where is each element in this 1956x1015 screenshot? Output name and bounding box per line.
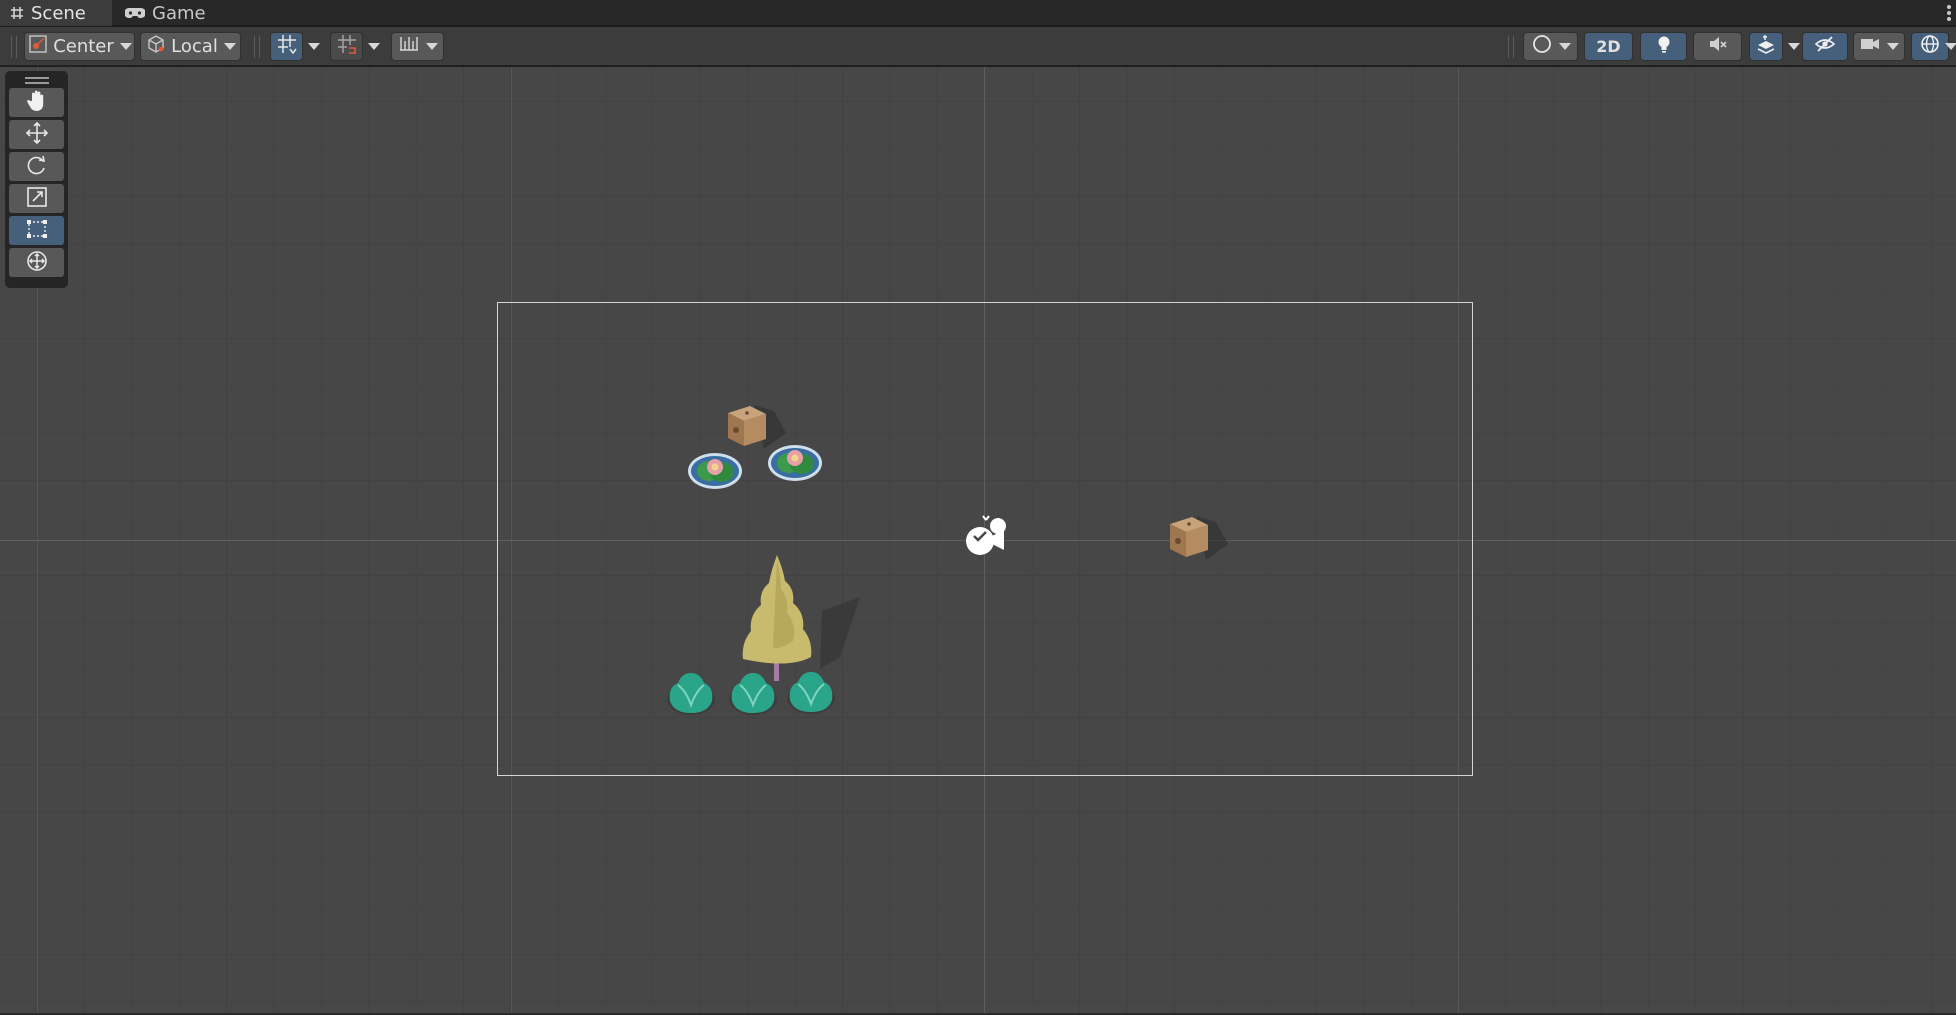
rect-transform-icon — [25, 217, 49, 245]
rotate-icon — [25, 153, 49, 181]
draw-mode-dropdown[interactable] — [1523, 32, 1578, 61]
increment-snap-options[interactable] — [365, 32, 383, 61]
transform-tool[interactable] — [9, 248, 64, 277]
pivot-mode-label: Center — [53, 36, 114, 57]
pivot-rotation-label: Local — [171, 36, 218, 57]
hand-icon — [25, 89, 49, 117]
rect-tool[interactable] — [9, 216, 64, 245]
toolbar-grip[interactable] — [11, 36, 17, 58]
tab-scene-label: Scene — [31, 2, 86, 24]
hand-tool[interactable] — [9, 88, 64, 117]
audio-toggle[interactable] — [1693, 32, 1742, 61]
scene-viewport[interactable] — [0, 67, 1956, 1013]
ruler-snap-dropdown[interactable] — [391, 32, 444, 61]
rotate-tool[interactable] — [9, 152, 64, 181]
chevron-down-icon — [119, 43, 132, 50]
overlay-drag-handle[interactable] — [24, 77, 49, 84]
bush-sprite[interactable] — [726, 671, 780, 721]
tools-overlay — [5, 71, 68, 288]
chevron-down-icon — [1945, 43, 1956, 50]
ruler-icon — [398, 33, 420, 60]
pivot-mode-dropdown[interactable]: Center — [24, 32, 135, 61]
scene-camera-dropdown[interactable] — [1853, 32, 1905, 61]
speaker-mute-icon — [1707, 33, 1729, 60]
chevron-down-icon — [308, 43, 320, 50]
grid-snap-icon — [276, 33, 298, 60]
transform-icon — [25, 249, 49, 277]
chevron-down-icon — [425, 43, 438, 50]
effects-layers-icon — [1755, 33, 1777, 60]
chevron-down-icon — [1788, 43, 1800, 50]
scale-icon — [25, 185, 49, 213]
pivot-center-icon — [27, 33, 49, 60]
tab-options-menu-icon[interactable] — [1946, 3, 1952, 23]
gamepad-icon — [125, 7, 145, 19]
lightbulb-icon — [1653, 33, 1675, 60]
tab-game[interactable]: Game — [115, 0, 215, 26]
toolbar-separator — [254, 36, 260, 58]
tab-scene[interactable]: Scene — [0, 0, 112, 26]
move-tool[interactable] — [9, 120, 64, 149]
scene-lighting-toggle[interactable] — [1640, 32, 1687, 61]
chevron-down-icon — [368, 43, 380, 50]
shaded-sphere-icon — [1531, 33, 1553, 60]
grid-snapping-options[interactable] — [305, 32, 323, 61]
chevron-down-icon — [223, 43, 236, 50]
pivot-rotation-dropdown[interactable]: Local — [140, 32, 241, 61]
gizmo-globe-icon — [1919, 33, 1941, 60]
scene-toolbar: Center Local 2D — [0, 27, 1956, 66]
local-cube-icon — [145, 33, 167, 60]
effects-toggle[interactable] — [1749, 32, 1783, 61]
scene-visibility-toggle[interactable] — [1802, 32, 1848, 61]
chevron-down-icon — [1887, 43, 1899, 50]
toggle-2d-label: 2D — [1596, 37, 1621, 56]
bush-sprite[interactable] — [664, 671, 718, 721]
bush-sprite[interactable] — [784, 670, 838, 720]
chevron-down-icon — [1558, 43, 1571, 50]
toggle-2d-button[interactable]: 2D — [1584, 32, 1633, 61]
camera-icon — [1859, 33, 1881, 60]
gizmos-options[interactable] — [1945, 32, 1956, 61]
effects-options[interactable] — [1785, 32, 1803, 61]
toolbar-separator — [1508, 36, 1514, 58]
increment-snap-icon — [336, 33, 358, 60]
lily-pad-sprite[interactable] — [685, 447, 745, 497]
lily-pad-sprite[interactable] — [765, 439, 825, 489]
increment-snap-toggle[interactable] — [330, 32, 363, 61]
gizmos-toggle[interactable] — [1911, 32, 1949, 61]
grid-hash-icon — [10, 6, 24, 20]
hidden-eye-icon — [1814, 33, 1836, 60]
crate-sprite[interactable] — [1166, 514, 1232, 570]
grid-snapping-toggle[interactable] — [270, 32, 303, 61]
camera-gizmo-icon[interactable] — [962, 514, 1010, 566]
move-arrows-icon — [25, 121, 49, 149]
editor-tab-bar: Scene Game — [0, 0, 1956, 26]
scale-tool[interactable] — [9, 184, 64, 213]
tab-game-label: Game — [152, 2, 206, 24]
